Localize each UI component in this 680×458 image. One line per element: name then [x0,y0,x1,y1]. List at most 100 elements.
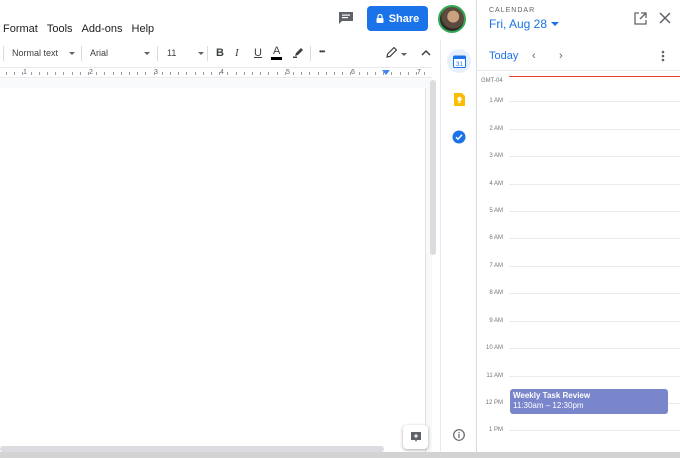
hour-label: 12 PM [485,400,503,406]
avatar[interactable] [438,5,466,33]
hour-line [509,266,680,267]
chevron-down-icon[interactable] [401,53,407,56]
ruler-number: 6 [351,69,355,76]
ruler-tick [88,72,89,75]
menu-add-ons[interactable]: Add-ons [82,23,123,35]
toolbar-divider [207,46,208,61]
calendar-header-divider [477,70,680,71]
ruler-tick [55,72,56,75]
chevron-down-icon [551,22,560,26]
hour-label: 2 AM [489,126,503,132]
more-options-button[interactable]: ••• [319,47,325,56]
hour-line [509,238,680,239]
ruler-tick [285,72,286,75]
app-root: Format Tools Add-ons Help Share Normal t… [0,0,680,458]
ruler-number: 5 [286,69,290,76]
ruler-tick [277,72,278,75]
timezone-label: GMT-04 [481,78,503,84]
calendar-panel: CALENDAR Fri, Aug 28 Today ‹ › GMT-04 1 … [476,0,680,452]
menu-bar: Format Tools Add-ons Help Share [0,0,466,40]
ruler-tick [318,72,319,75]
ruler-number: 1 [23,69,27,76]
ruler-tick [301,72,302,75]
ruler-tick [383,72,384,75]
close-icon[interactable] [659,12,671,24]
calendar-date: Fri, Aug 28 [489,17,548,31]
document-page[interactable] [0,88,426,452]
ruler-tick [104,72,105,75]
hour-line [509,430,680,431]
hour-label: 10 AM [485,345,503,351]
today-button[interactable]: Today [489,50,518,62]
ruler-tick [260,72,261,75]
hour-label: 3 AM [489,153,503,159]
toolbar-divider [3,46,4,61]
hour-line [509,156,680,157]
menu-tools[interactable]: Tools [47,23,73,35]
font-dropdown[interactable]: Arial [90,48,150,58]
calendar-panel-label: CALENDAR [489,7,536,14]
explore-icon [410,432,421,442]
share-button[interactable]: Share [367,6,428,31]
hour-label: 1 AM [489,98,503,104]
tasks-addon-button[interactable] [447,125,471,149]
hour-label: 6 AM [489,235,503,241]
editing-mode-pencil-icon[interactable] [386,47,397,58]
ruler-tick [63,72,64,75]
calendar-date-picker[interactable]: Fri, Aug 28 [489,17,560,31]
calendar-icon: 31 [452,55,466,68]
ruler-tick [129,72,130,75]
toolbar-divider [310,46,311,61]
ruler-tick [80,72,81,75]
text-color-button[interactable]: A [271,45,283,60]
ruler[interactable]: 1 2 3 4 5 6 7 [0,67,432,78]
chevron-up-icon[interactable] [421,49,431,56]
font-value: Arial [90,48,109,58]
hour-label: 1 PM [488,427,503,433]
bold-button[interactable]: B [216,47,224,59]
ruler-tick [195,72,196,75]
hour-line [509,101,680,102]
ruler-tick [391,72,392,75]
hour-label: 4 AM [489,181,503,187]
keep-addon-button[interactable] [447,87,471,111]
ruler-tick [359,72,360,75]
formatting-toolbar: Normal text Arial 11 B I U A ••• [0,42,440,66]
italic-button[interactable]: I [235,47,239,59]
more-vert-icon[interactable] [661,50,665,62]
ruler-tick [293,72,294,75]
toolbar-divider [157,46,158,61]
ruler-tick [96,72,97,75]
comment-history-icon[interactable] [338,11,354,25]
ruler-tick [203,72,204,75]
open-in-new-icon[interactable] [634,12,647,25]
ruler-tick [219,72,220,75]
info-button[interactable] [447,423,471,447]
hour-line [509,129,680,130]
menu-help[interactable]: Help [132,23,155,35]
underline-button[interactable]: U [254,47,262,59]
chevron-down-icon [68,52,75,56]
hour-label: 11 AM [486,373,503,379]
ruler-tick [211,72,212,75]
window-bottom-edge [0,452,680,458]
paragraph-style-dropdown[interactable]: Normal text [12,48,75,58]
ruler-tick [145,72,146,75]
ruler-tick [408,72,409,75]
current-time-line [509,76,680,77]
svg-text:31: 31 [456,62,463,68]
next-day-button[interactable]: › [559,50,563,62]
previous-day-button[interactable]: ‹ [532,50,536,62]
ruler-tick [244,72,245,75]
ruler-tick [178,72,179,75]
font-size-value: 11 [167,48,177,58]
ruler-tick [31,72,32,75]
explore-button[interactable] [403,425,428,449]
calendar-addon-button[interactable]: 31 [447,49,471,73]
highlight-pen-icon[interactable] [293,47,304,58]
menu-format[interactable]: Format [3,23,38,35]
font-size-dropdown[interactable]: 11 [167,48,204,58]
vertical-scrollbar[interactable] [430,80,436,255]
ruler-tick [342,72,343,75]
calendar-event[interactable]: Weekly Task Review 11:30am – 12:30pm [510,389,668,414]
